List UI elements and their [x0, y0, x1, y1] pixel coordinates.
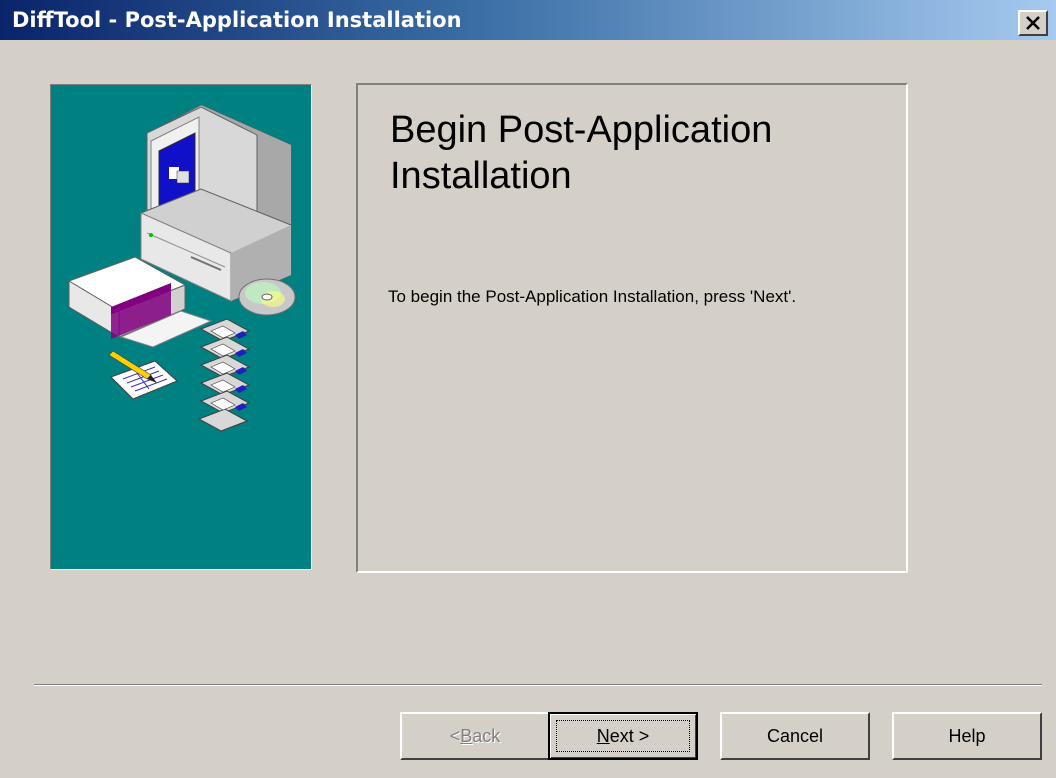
- help-button[interactable]: Help: [892, 712, 1042, 760]
- window-title: DiffTool - Post-Application Installation: [12, 8, 462, 32]
- instruction-text: To begin the Post-Application Installati…: [388, 287, 797, 306]
- wizard-banner-image: [50, 84, 312, 570]
- title-bar: DiffTool - Post-Application Installation: [0, 0, 1056, 40]
- next-button-mnemonic: N: [596, 725, 610, 746]
- cd-icon: [238, 278, 296, 316]
- next-button[interactable]: Next >: [548, 712, 698, 760]
- computer-illustration: [67, 104, 296, 432]
- divider: [34, 684, 1042, 686]
- help-button-label: Help: [948, 725, 986, 746]
- cancel-button[interactable]: Cancel: [720, 712, 870, 760]
- next-button-label: ext >: [609, 725, 650, 746]
- back-button[interactable]: < Back: [400, 712, 550, 760]
- cancel-button-label: Cancel: [766, 725, 824, 746]
- close-button[interactable]: [1018, 10, 1048, 36]
- page-heading: Begin Post-Application Installation: [390, 109, 773, 197]
- back-button-mnemonic: B: [460, 725, 473, 746]
- info-panel: Begin Post-Application Installation To b…: [356, 83, 908, 573]
- back-button-label: ack: [472, 725, 501, 746]
- close-icon: [1026, 16, 1040, 30]
- notepad-pencil-icon: [107, 350, 178, 400]
- installer-dialog: DiffTool - Post-Application Installation: [0, 0, 1056, 778]
- back-button-prefix: <: [449, 725, 461, 746]
